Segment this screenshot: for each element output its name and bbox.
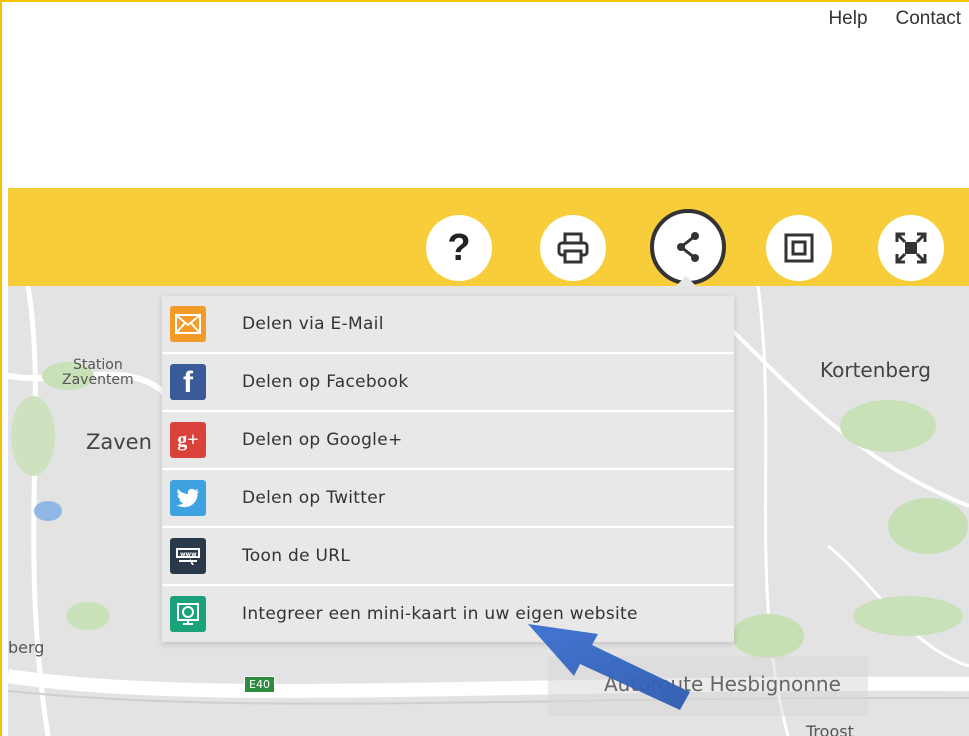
embed-map-label: Integreer een mini-kaart in uw eigen web… (242, 604, 638, 624)
share-twitter-label: Delen op Twitter (242, 488, 386, 508)
frame-button[interactable] (766, 215, 832, 281)
map-label-autoroute: Autoroute Hesbignonne (604, 672, 841, 696)
contact-link[interactable]: Contact (896, 8, 961, 30)
show-url-label: Toon de URL (242, 546, 351, 566)
share-facebook-item[interactable]: f Delen op Facebook (162, 354, 734, 412)
share-google-plus-item[interactable]: g+ Delen op Google+ (162, 412, 734, 470)
print-button[interactable] (540, 215, 606, 281)
share-menu: Delen via E-Mail f Delen op Facebook g+ … (162, 296, 734, 642)
help-button[interactable]: ? (426, 215, 492, 281)
fullscreen-icon (895, 232, 927, 264)
share-facebook-label: Delen op Facebook (242, 372, 409, 392)
road-badge-e40: E40 (244, 676, 275, 693)
facebook-icon: f (170, 364, 206, 400)
map-label-zaventem: Zaven (86, 430, 152, 454)
menu-pointer (676, 276, 696, 286)
embed-map-item[interactable]: Integreer een mini-kaart in uw eigen web… (162, 586, 734, 642)
share-button[interactable] (650, 209, 726, 285)
show-url-item[interactable]: www Toon de URL (162, 528, 734, 586)
help-link[interactable]: Help (828, 8, 867, 30)
svg-text:www: www (180, 551, 197, 558)
top-links: Help Contact (828, 8, 961, 30)
map-label-berg: berg (8, 638, 45, 657)
map-label-station: Station Zaventem (62, 357, 134, 388)
print-icon (557, 232, 589, 264)
fullscreen-button[interactable] (878, 215, 944, 281)
twitter-icon (170, 480, 206, 516)
share-twitter-item[interactable]: Delen op Twitter (162, 470, 734, 528)
map-label-kortenberg: Kortenberg (820, 358, 931, 382)
share-google-plus-label: Delen op Google+ (242, 430, 403, 450)
share-icon (677, 232, 699, 262)
url-icon: www (170, 538, 206, 574)
frame-icon (784, 233, 814, 263)
google-plus-icon: g+ (170, 422, 206, 458)
email-icon (170, 306, 206, 342)
question-icon: ? (447, 226, 471, 269)
map-toolbar: ? (8, 188, 969, 286)
share-email-label: Delen via E-Mail (242, 314, 384, 334)
share-email-item[interactable]: Delen via E-Mail (162, 296, 734, 354)
embed-map-icon (170, 596, 206, 632)
map-label-troost: Troost (806, 722, 854, 736)
